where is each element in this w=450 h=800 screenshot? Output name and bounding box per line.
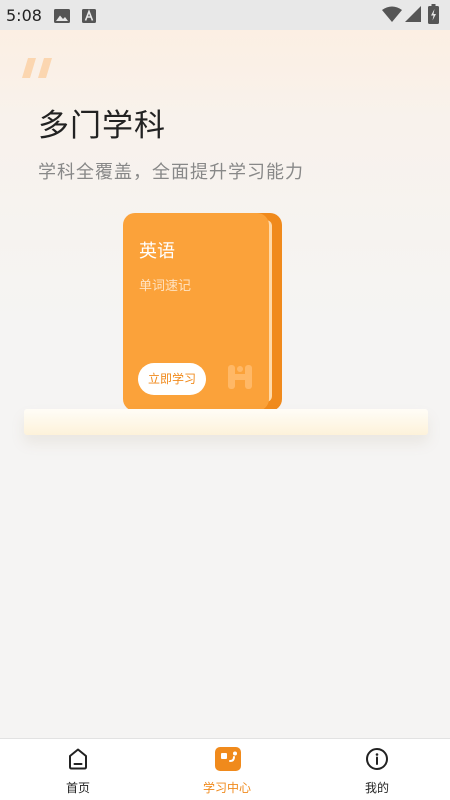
page-subtitle: 学科全覆盖，全面提升学习能力: [38, 162, 304, 183]
tab-home[interactable]: 首页: [3, 739, 153, 800]
battery-icon: [428, 4, 439, 28]
app-screen: 5:08 多门学科 学科全覆盖，全面提升学习能力 英语 单词速记 立即学习 首页…: [0, 0, 450, 800]
study-center-icon: [215, 747, 241, 771]
book-title: 英语: [139, 241, 175, 262]
start-study-button[interactable]: 立即学习: [138, 363, 206, 395]
profile-icon: [365, 747, 389, 771]
quote-mark-icon: [22, 58, 56, 84]
a-badge-icon: [82, 8, 96, 27]
tab-study-center[interactable]: 学习中心: [152, 739, 302, 800]
image-icon: [54, 8, 70, 27]
bottom-tab-bar: 首页 学习中心 我的: [0, 738, 450, 800]
status-time: 5:08: [6, 6, 42, 25]
page-title: 多门学科: [38, 108, 166, 144]
home-icon: [66, 747, 90, 771]
tab-home-label: 首页: [65, 781, 90, 795]
tab-profile-label: 我的: [364, 781, 389, 795]
book-subtitle: 单词速记: [139, 279, 192, 294]
wifi-icon: [382, 6, 402, 26]
h-logo-icon: [226, 363, 254, 395]
signal-icon: [405, 6, 421, 26]
status-bar: 5:08: [0, 0, 450, 30]
book-shelf: [24, 409, 428, 435]
subject-book-card[interactable]: 英语 单词速记 立即学习: [123, 213, 269, 411]
tab-profile[interactable]: 我的: [302, 739, 450, 800]
tab-study-center-label: 学习中心: [202, 781, 251, 795]
